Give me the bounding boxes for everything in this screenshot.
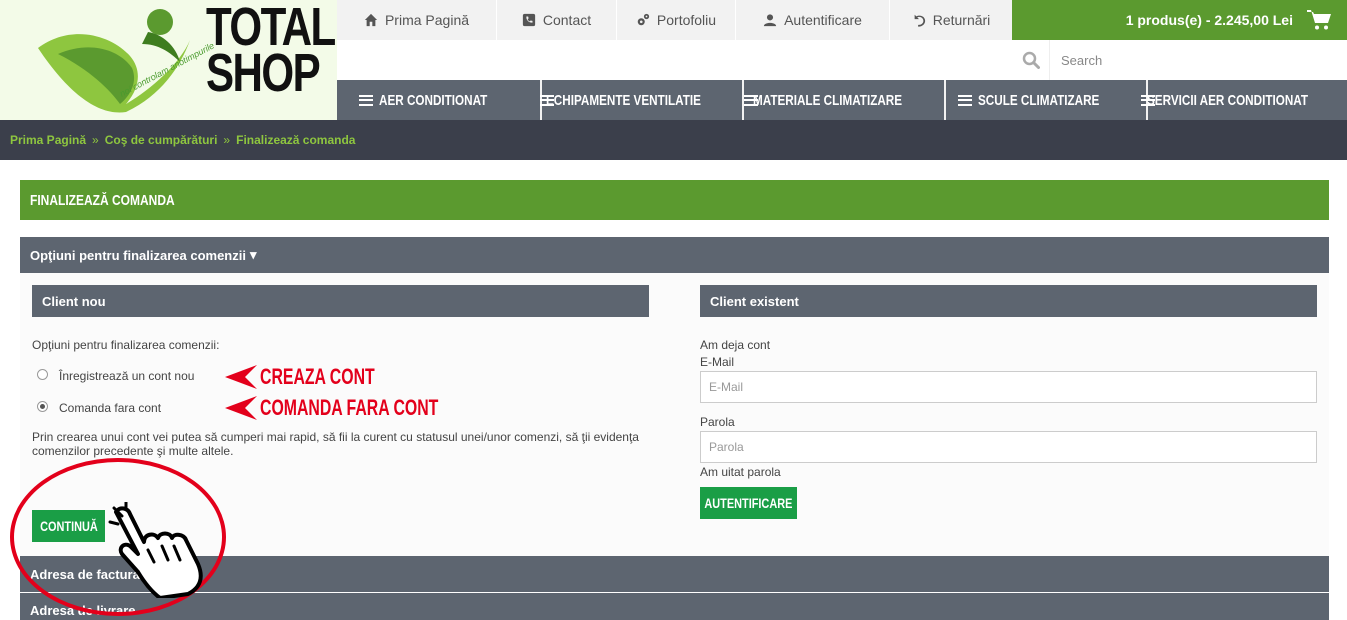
topnav-portfolio-label: Portofoliu	[656, 12, 717, 28]
cart-summary: 1 produs(e) - 2.245,00 Lei	[1125, 12, 1293, 28]
breadcrumb-cart[interactable]: Coş de cumpărături	[105, 133, 218, 147]
topnav-returns-label: Returnări	[932, 12, 991, 28]
mainnav-scule-climatizare[interactable]: SCULE CLIMATIZARE	[944, 80, 1146, 120]
undo-icon	[914, 14, 925, 27]
mainnav-servicii-aer-conditionat[interactable]: SERVICII AER CONDITIONAT	[1141, 80, 1347, 120]
page-title: FINALIZEAZĂ COMANDA	[30, 191, 175, 209]
topnav-contact-label: Contact	[542, 12, 592, 28]
menu-icon	[744, 94, 758, 106]
page: TOTAL SHOP noi controlam anotimpurile Pr…	[0, 0, 1347, 620]
pointer-hand-icon	[108, 502, 203, 598]
cart-button[interactable]: 1 produs(e) - 2.245,00 Lei	[1012, 0, 1347, 40]
annotation-arrow-icon	[225, 396, 257, 420]
topnav-home-label: Prima Pagină	[384, 12, 470, 28]
caret-down-icon: ▾	[249, 247, 257, 262]
mainnav-aer-conditionat[interactable]: AER CONDITIONAT	[337, 80, 540, 120]
breadcrumb: Prima Pagină » Coş de cumpărături » Fina…	[0, 120, 1347, 160]
breadcrumb-separator: »	[223, 133, 231, 147]
login-button[interactable]: AUTENTIFICARE	[700, 487, 797, 519]
shipping-address-section[interactable]: Adresa de livrare	[20, 593, 1329, 620]
annotation-arrow-icon	[225, 365, 257, 389]
existing-client-heading: Client existent	[700, 285, 1317, 317]
password-field[interactable]	[700, 431, 1317, 463]
email-label: E-Mail	[700, 355, 735, 369]
existing-client-heading-label: Client existent	[710, 293, 799, 309]
mainnav-label: AER CONDITIONAT	[379, 91, 488, 109]
topnav-login-label: Autentificare	[784, 12, 862, 28]
existing-client-intro: Am deja cont	[700, 338, 771, 352]
checkout-options-prompt: Opţiuni pentru finalizarea comenzii:	[32, 338, 220, 352]
register-account-radio[interactable]	[37, 369, 48, 380]
user-icon	[763, 14, 777, 27]
search-icon	[1022, 51, 1040, 69]
home-icon	[364, 13, 378, 27]
top-nav: Prima Pagină Contact Portofoliu Autentif…	[337, 0, 1012, 40]
checkout-options-heading: Opţiuni pentru finalizarea comenzii	[30, 247, 246, 263]
forgot-password-link[interactable]: Am uitat parola	[700, 465, 781, 479]
annotation-guest-order: COMANDA FARA CONT	[260, 395, 439, 420]
guest-checkout-label[interactable]: Comanda fara cont	[59, 401, 161, 415]
account-benefits-text: Prin crearea unui cont vei putea să cump…	[32, 430, 639, 458]
mainnav-label: SCULE CLIMATIZARE	[978, 91, 1100, 109]
mainnav-materiale-climatizare[interactable]: MATERIALE CLIMATIZARE	[742, 80, 944, 120]
topnav-returns[interactable]: Returnări	[890, 0, 1012, 40]
login-button-label: AUTENTIFICARE	[704, 495, 793, 511]
password-label: Parola	[700, 415, 735, 429]
mainnav-label: SERVICII AER CONDITIONAT	[1147, 91, 1309, 109]
logo-wordmark: TOTAL SHOP	[206, 0, 336, 103]
mainnav-label: ECHIPAMENTE VENTILATIE	[545, 91, 701, 109]
cart-icon	[1307, 10, 1331, 30]
guest-checkout-radio[interactable]	[37, 401, 48, 412]
search-bar	[1012, 40, 1347, 80]
topnav-contact[interactable]: Contact	[497, 0, 617, 40]
new-client-heading: Client nou	[32, 285, 649, 317]
logo[interactable]: TOTAL SHOP noi controlam anotimpurile	[0, 0, 337, 120]
email-field[interactable]	[700, 371, 1317, 403]
menu-icon	[359, 94, 374, 106]
annotation-create-account: CREAZA CONT	[260, 364, 375, 389]
breadcrumb-separator: »	[92, 133, 99, 147]
topnav-portfolio[interactable]: Portofoliu	[617, 0, 736, 40]
mainnav-label: MATERIALE CLIMATIZARE	[752, 91, 902, 109]
new-client-heading-label: Client nou	[42, 293, 106, 309]
breadcrumb-home[interactable]: Prima Pagină	[10, 133, 86, 147]
checkout-options-toggle[interactable]: Opţiuni pentru finalizarea comenzii ▾	[20, 237, 1329, 273]
page-title-bar: FINALIZEAZĂ COMANDA	[20, 180, 1329, 220]
phone-icon	[522, 13, 535, 27]
main-nav: AER CONDITIONAT ECHIPAMENTE VENTILATIE M…	[337, 80, 1347, 120]
menu-icon	[958, 94, 973, 106]
topnav-home[interactable]: Prima Pagină	[337, 0, 497, 40]
search-button[interactable]	[1012, 40, 1050, 80]
topnav-login[interactable]: Autentificare	[736, 0, 890, 40]
mainnav-echipamente-ventilatie[interactable]: ECHIPAMENTE VENTILATIE	[539, 80, 742, 120]
register-account-label[interactable]: Înregistrează un cont nou	[59, 369, 194, 383]
gears-icon	[637, 13, 650, 26]
search-input[interactable]	[1050, 40, 1340, 80]
breadcrumb-checkout[interactable]: Finalizează comanda	[236, 133, 355, 147]
